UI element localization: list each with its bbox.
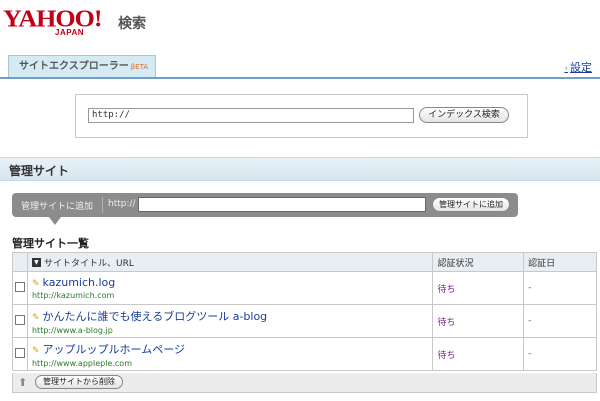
divider — [102, 197, 103, 213]
arrow-right-icon: › — [564, 64, 568, 74]
site-title-link[interactable]: かんたんに誰でも使えるブログツール a-blog — [43, 310, 268, 323]
index-search-button[interactable]: インデックス検索 — [419, 107, 509, 123]
add-site-bar: 管理サイトに追加 http:// 管理サイトに追加 — [12, 193, 518, 217]
tab-bar: サイトエクスプローラー βETA › 設定 — [0, 55, 600, 79]
table-row: ✎ アップルップルホームページ http://www.appleple.com 待… — [12, 337, 597, 371]
add-site-input[interactable] — [138, 197, 426, 212]
site-title-link[interactable]: アップルップルホームページ — [43, 343, 185, 356]
title-url-cell: ✎ kazumich.log http://kazumich.com — [26, 271, 434, 305]
header-title-url-label: サイトタイトル、URL — [43, 258, 134, 269]
add-site-button[interactable]: 管理サイトに追加 — [432, 197, 510, 212]
row-checkbox[interactable] — [14, 347, 25, 358]
header-title-url[interactable]: ▼ サイトタイトル、URL — [26, 252, 434, 272]
header-status: 認証状況 — [432, 252, 525, 272]
site-url: http://www.appleple.com — [31, 358, 132, 368]
settings-link-label: 設定 — [570, 61, 592, 74]
beta-badge: βETA — [130, 63, 149, 71]
yahoo-logo[interactable]: YAHOO! JAPAN 検索 — [3, 4, 146, 37]
table-action-bar: ⬆ 管理サイトから削除 — [12, 373, 597, 393]
index-search-input[interactable]: http:// — [88, 108, 414, 123]
row-checkbox-cell — [12, 337, 28, 371]
status-cell: 待ち — [432, 337, 525, 371]
table-header-row: ▼ サイトタイトル、URL 認証状況 認証日 — [12, 252, 597, 272]
site-table: ▼ サイトタイトル、URL 認証状況 認証日 ✎ kazumich.log http… — [12, 252, 597, 371]
logo-main-text: YAHOO! — [3, 4, 102, 33]
row-checkbox[interactable] — [14, 314, 25, 325]
index-search-panel: http:// インデックス検索 — [75, 94, 528, 138]
section-title: 管理サイト — [9, 164, 70, 178]
date-cell: - — [523, 304, 597, 338]
url-prefix: http:// — [108, 199, 136, 209]
pointer-arrow-icon — [49, 217, 61, 225]
pencil-icon[interactable]: ✎ — [32, 313, 40, 323]
up-arrow-icon: ⬆ — [18, 376, 28, 389]
status-cell: 待ち — [432, 271, 525, 305]
row-checkbox-cell — [12, 304, 28, 338]
title-url-cell: ✎ かんたんに誰でも使えるブログツール a-blog http://www.a-b… — [26, 304, 434, 338]
row-checkbox-cell — [12, 271, 28, 305]
settings-link[interactable]: › 設定 — [564, 59, 592, 75]
site-url: http://www.a-blog.jp — [31, 325, 113, 335]
header-checkbox-cell — [12, 252, 28, 272]
site-list-title: 管理サイト一覧 — [12, 237, 89, 250]
delete-site-button[interactable]: 管理サイトから削除 — [35, 375, 123, 389]
site-title-link[interactable]: kazumich.log — [43, 276, 116, 289]
status-cell: 待ち — [432, 304, 525, 338]
table-row: ✎ かんたんに誰でも使えるブログツール a-blog http://www.a-b… — [12, 304, 597, 338]
add-site-label: 管理サイトに追加 — [21, 202, 94, 212]
date-cell: - — [523, 337, 597, 371]
logo-sub-text: JAPAN — [55, 28, 85, 37]
tab-site-explorer[interactable]: サイトエクスプローラー βETA — [8, 55, 156, 77]
site-url: http://kazumich.com — [31, 291, 115, 300]
title-url-cell: ✎ アップルップルホームページ http://www.appleple.com — [26, 337, 434, 371]
header-date: 認証日 — [523, 252, 597, 272]
logo-search-text: 検索 — [118, 16, 146, 32]
sort-icon[interactable]: ▼ — [31, 257, 41, 267]
section-header: 管理サイト — [0, 157, 600, 181]
pencil-icon[interactable]: ✎ — [32, 279, 40, 289]
date-cell: - — [523, 271, 597, 305]
tab-label: サイトエクスプローラー — [19, 61, 129, 72]
row-checkbox[interactable] — [14, 281, 25, 292]
pencil-icon[interactable]: ✎ — [32, 346, 40, 356]
table-row: ✎ kazumich.log http://kazumich.com 待ち - — [12, 271, 597, 305]
